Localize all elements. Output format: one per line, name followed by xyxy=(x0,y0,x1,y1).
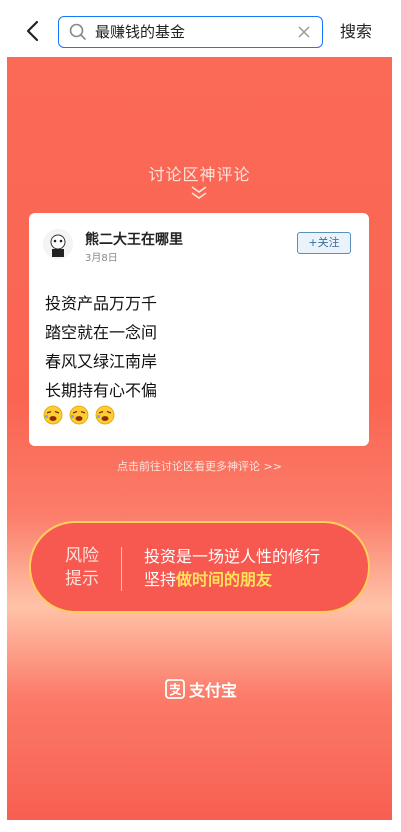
laughing-emoji-icon xyxy=(43,405,63,425)
comment-line: 踏空就在一念间 xyxy=(45,323,158,342)
brand-logo: 支付宝 xyxy=(165,677,237,701)
promo-poster: 讨论区神评论 熊二大王在哪里 3月8日 +关注 投资产品万万千 踏空就在一念间 … xyxy=(7,57,392,820)
post-date: 3月8日 xyxy=(85,253,118,264)
section-title: 讨论区神评论 xyxy=(148,165,251,184)
risk-message-highlight: 做时间的朋友 xyxy=(176,570,273,589)
search-button[interactable]: 搜索 xyxy=(340,16,372,48)
risk-message-line: 投资是一场逆人性的修行 xyxy=(144,547,321,566)
comment-line: 投资产品万万千 xyxy=(45,294,158,313)
avatar[interactable] xyxy=(43,229,73,259)
risk-label-line: 提示 xyxy=(65,569,99,589)
top-bar: 最赚钱的基金 搜索 xyxy=(0,0,401,60)
follow-button[interactable]: +关注 xyxy=(297,232,351,254)
risk-message-prefix: 坚持 xyxy=(144,570,177,589)
risk-label: 风险 提示 xyxy=(65,545,99,591)
search-input[interactable]: 最赚钱的基金 xyxy=(58,16,323,48)
emoji-row xyxy=(43,405,116,425)
user-name[interactable]: 熊二大王在哪里 xyxy=(85,229,183,249)
risk-label-line: 风险 xyxy=(65,546,99,566)
back-arrow-icon[interactable] xyxy=(18,16,48,46)
risk-message-line: 坚持做时间的朋友 xyxy=(144,568,320,591)
search-query-text: 最赚钱的基金 xyxy=(95,23,186,41)
alipay-logo-icon xyxy=(165,679,185,699)
comment-line: 长期持有心不偏 xyxy=(45,381,158,400)
comment-text: 投资产品万万千 踏空就在一念间 春风又绿江南岸 长期持有心不偏 xyxy=(45,289,157,405)
comment-line: 春风又绿江南岸 xyxy=(45,352,158,371)
divider xyxy=(121,547,122,591)
risk-notice: 风险 提示 投资是一场逆人性的修行 坚持做时间的朋友 xyxy=(29,521,370,613)
laughing-emoji-icon xyxy=(69,405,89,425)
comment-card[interactable]: 熊二大王在哪里 3月8日 +关注 投资产品万万千 踏空就在一念间 春风又绿江南岸… xyxy=(29,213,369,446)
clear-icon[interactable] xyxy=(296,24,312,40)
laughing-emoji-icon xyxy=(95,405,115,425)
more-comments-link[interactable]: 点击前往讨论区看更多神评论 >> xyxy=(7,458,392,474)
brand-name: 支付宝 xyxy=(189,681,238,700)
double-chevron-down-icon xyxy=(191,186,207,199)
search-icon xyxy=(69,23,86,40)
risk-message: 投资是一场逆人性的修行 坚持做时间的朋友 xyxy=(144,545,320,591)
